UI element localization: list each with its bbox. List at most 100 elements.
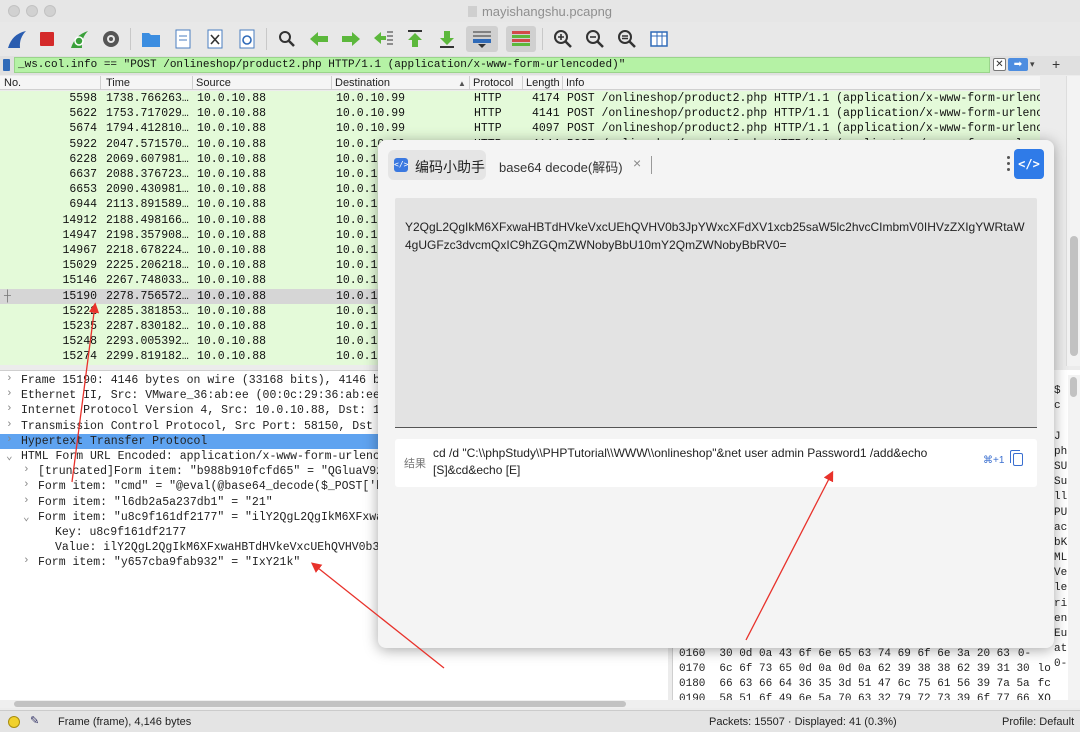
bookmark-icon[interactable] <box>3 59 10 71</box>
hex-ascii: lo <box>1037 663 1051 675</box>
collapse-chevron-icon[interactable]: › <box>23 464 30 476</box>
collapse-chevron-icon[interactable]: › <box>23 495 30 507</box>
scrollbar-thumb[interactable] <box>1070 377 1077 397</box>
tab-base64-decode[interactable]: base64 decode(解码) <box>499 157 623 176</box>
packet-time: 2278.756572… <box>106 289 189 303</box>
collapse-chevron-icon[interactable]: › <box>6 434 13 446</box>
packet-info: POST /onlineshop/product2.php HTTP/1.1 (… <box>567 122 1040 136</box>
display-filter-input[interactable]: _ws.col.info == "POST /onlineshop/produc… <box>14 57 990 73</box>
base64-input-text[interactable]: Y2QgL2QgIkM6XFxwaHBTdHVkeVxcUEhQVHV0b3Jp… <box>405 218 1029 254</box>
detail-text: Form item: "cmd" = "@eval(@base64_decode… <box>38 480 390 494</box>
decoded-result-text[interactable]: cd /d "C:\\phpStudy\\PHPTutorial\\WWW\\o… <box>433 445 973 479</box>
packet-no: 14947 <box>62 228 97 242</box>
close-tab-icon[interactable]: × <box>633 155 641 171</box>
collapse-chevron-icon[interactable]: › <box>23 555 30 567</box>
colorize-icon[interactable] <box>506 26 536 52</box>
autoscroll-icon[interactable] <box>466 26 498 52</box>
code-view-button[interactable]: </> <box>1014 149 1044 179</box>
options-gear-icon[interactable] <box>98 26 124 52</box>
column-header-no[interactable]: No. <box>4 77 21 89</box>
expand-chevron-icon[interactable]: ⌄ <box>6 449 13 463</box>
hex-offset: 0180 <box>679 678 706 690</box>
packet-list-scrollbar[interactable] <box>1066 76 1080 366</box>
scrollbar-thumb[interactable] <box>1070 236 1078 356</box>
detail-text: Value: ilY2QgL2QgIkM6XFxwaHBTdHVkeVxcUEh… <box>55 541 394 555</box>
packet-src: 10.0.10.88 <box>197 335 267 349</box>
go-to-packet-icon[interactable] <box>370 26 396 52</box>
packet-row[interactable]: 5598 1738.766263… 10.0.10.88 10.0.10.99 HTTP… <box>0 91 1040 106</box>
base64-decoder-dialog: </> 编码小助手 base64 decode(解码) × </> Y2QgL2… <box>378 140 1054 648</box>
find-icon[interactable] <box>274 26 300 52</box>
packet-row[interactable]: 5674 1794.412810… 10.0.10.88 10.0.10.99 HTTP… <box>0 121 1040 136</box>
expand-chevron-icon[interactable]: ⌄ <box>23 510 30 524</box>
reload-icon[interactable] <box>234 26 260 52</box>
expert-info-status-icon[interactable] <box>8 716 20 728</box>
hex-bytes: 6c 6f 73 65 0d 0a 0d 0a 62 39 38 38 62 3… <box>719 663 1030 675</box>
go-first-icon[interactable] <box>402 26 428 52</box>
packet-bytes-ascii-edge: $ c Jph SU Su ll PU ac bK ML Ve le ri en Eu at 0- <box>1054 384 1068 673</box>
packet-src: 10.0.10.88 <box>197 152 267 166</box>
packet-proto: HTTP <box>474 92 502 105</box>
column-header-info[interactable]: Info <box>566 77 584 89</box>
packet-no: 14967 <box>62 244 97 257</box>
ascii-edge-char: at <box>1054 643 1068 656</box>
column-divider <box>100 76 101 90</box>
column-header-time[interactable]: Time <box>106 77 130 89</box>
clear-filter-icon[interactable]: ✕ <box>993 58 1006 71</box>
column-header-protocol[interactable]: Protocol <box>473 77 513 89</box>
open-file-icon[interactable] <box>170 26 196 52</box>
ascii-edge-char: SU <box>1054 460 1068 473</box>
go-back-icon[interactable] <box>306 26 332 52</box>
resize-columns-icon[interactable] <box>646 26 672 52</box>
go-last-icon[interactable] <box>434 26 460 52</box>
base64-input-area[interactable]: Y2QgL2QgIkM6XFxwaHBTdHVkeVxcUEhQVHV0b3Jp… <box>395 198 1037 428</box>
toolbar-separator <box>130 28 131 50</box>
packet-row[interactable]: 5622 1753.717029… 10.0.10.88 10.0.10.99 HTTP… <box>0 106 1040 121</box>
window-title: mayishangshu.pcapng <box>0 4 1080 19</box>
open-folder-icon[interactable] <box>138 26 164 52</box>
collapse-chevron-icon[interactable]: › <box>6 419 13 431</box>
column-header-destination[interactable]: Destination <box>335 77 390 89</box>
column-divider <box>192 76 193 90</box>
hex-row[interactable]: 0180 66 63 66 64 36 35 3d 51 47 6c 75 61 … <box>679 678 1059 690</box>
ascii-edge-char: ph <box>1054 445 1068 458</box>
packet-src: 10.0.10.88 <box>197 92 267 105</box>
collapse-chevron-icon[interactable]: › <box>6 373 13 385</box>
packet-time: 1753.717029… <box>106 107 189 121</box>
column-header-length[interactable]: Length <box>526 77 560 89</box>
shark-fin-start-icon[interactable] <box>4 26 30 52</box>
column-divider <box>469 76 470 90</box>
collapse-chevron-icon[interactable]: › <box>23 479 30 491</box>
packet-time: 2113.891589… <box>106 198 189 212</box>
restart-icon[interactable] <box>66 26 92 52</box>
detail-text: Frame 15190: 4146 bytes on wire (33168 b… <box>21 374 394 387</box>
status-profile[interactable]: Profile: Default <box>1002 716 1074 728</box>
apply-filter-icon[interactable]: ➡ <box>1008 58 1028 71</box>
collapse-chevron-icon[interactable]: › <box>6 403 13 415</box>
zoom-in-icon[interactable] <box>550 26 576 52</box>
close-file-icon[interactable] <box>202 26 228 52</box>
zoom-out-icon[interactable] <box>582 26 608 52</box>
packet-no: 15274 <box>62 350 97 364</box>
packet-info: POST /onlineshop/product2.php HTTP/1.1 (… <box>567 107 1040 121</box>
hex-row[interactable]: 0170 6c 6f 73 65 0d 0a 0d 0a 62 39 38 38 … <box>679 663 1059 675</box>
packet-src: 10.0.10.88 <box>197 259 267 273</box>
go-forward-icon[interactable] <box>338 26 364 52</box>
filter-dropdown-icon[interactable]: ▾ <box>1030 58 1042 71</box>
column-header-source[interactable]: Source <box>196 77 231 89</box>
packet-time: 2188.498166… <box>106 213 189 227</box>
stop-icon[interactable] <box>34 26 60 52</box>
hex-row[interactable]: 0160 30 0d 0a 43 6f 6e 65 63 74 69 6f 6e … <box>679 648 1039 660</box>
tab-encoding-helper[interactable]: </> 编码小助手 <box>388 150 486 180</box>
collapse-chevron-icon[interactable]: › <box>6 388 13 400</box>
detail-text: Internet Protocol Version 4, Src: 10.0.1… <box>21 404 394 418</box>
more-options-icon[interactable] <box>1007 156 1011 174</box>
packet-no: 6653 <box>69 183 97 197</box>
zoom-reset-icon[interactable] <box>614 26 640 52</box>
column-divider <box>562 76 563 90</box>
bytes-scrollbar[interactable] <box>1068 375 1080 700</box>
add-filter-button-icon[interactable]: + <box>1052 56 1060 72</box>
details-horizontal-scrollbar[interactable] <box>0 700 1080 708</box>
edit-comment-icon[interactable]: ✎ <box>30 714 39 727</box>
scrollbar-thumb[interactable] <box>14 701 626 707</box>
